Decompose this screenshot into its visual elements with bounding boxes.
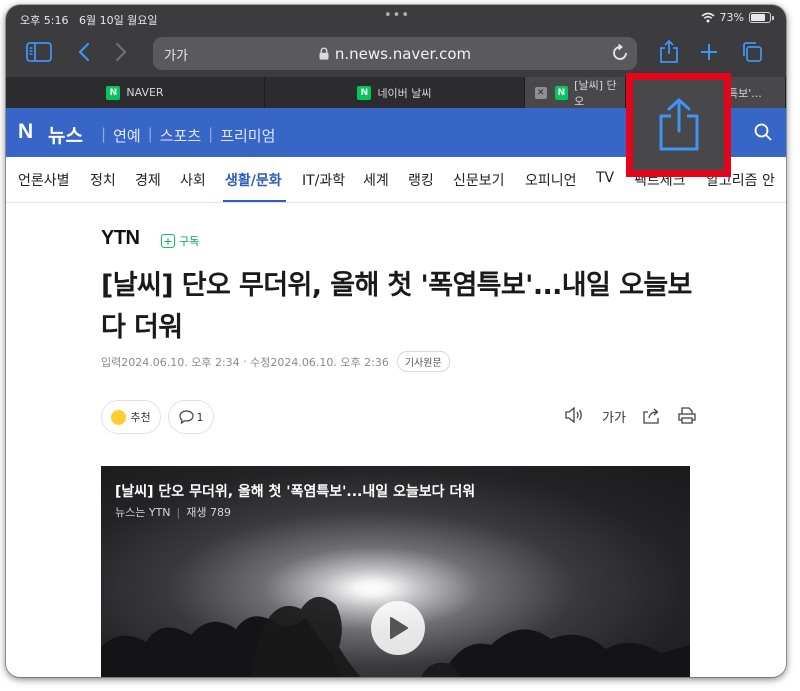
cat-by-press[interactable]: 언론사별: [18, 170, 70, 190]
status-clock: 오후 5:16: [20, 14, 69, 27]
cat-society[interactable]: 사회: [180, 170, 206, 190]
comment-button[interactable]: 1: [168, 400, 214, 434]
naver-logo[interactable]: N: [18, 120, 33, 144]
smile-icon: [111, 409, 127, 425]
reload-icon[interactable]: [612, 43, 629, 66]
tab-overview-icon[interactable]: [737, 37, 767, 67]
status-bar: 오후 5:16 6월 10일 월요일 ••• 73%: [6, 5, 786, 31]
original-article-button[interactable]: 기사원문: [396, 351, 450, 372]
edit-label: 수정: [250, 355, 271, 369]
divider: |: [176, 506, 181, 519]
news-service-title[interactable]: 뉴스: [48, 121, 83, 148]
input-time: 2024.06.10. 오후 2:34: [121, 355, 240, 369]
video-title: [날씨] 단오 무더위, 올해 첫 '폭염특보'...내일 오늘보다 더워: [115, 484, 476, 500]
link-entertainment[interactable]: 연예: [113, 125, 141, 146]
article-headline: [날씨] 단오 무더위, 올해 첫 '폭염특보'...내일 오늘보다 더워: [101, 270, 692, 343]
video-views: 재생 789: [186, 506, 231, 519]
status-time: 오후 5:16 6월 10일 월요일: [20, 12, 158, 28]
tab-label: 네이버 날씨: [377, 86, 432, 100]
tab-naver-weather[interactable]: N 네이버 날씨: [265, 77, 525, 108]
video-player[interactable]: [날씨] 단오 무더위, 올해 첫 '폭염특보'...내일 오늘보다 더워 뉴스…: [101, 466, 690, 677]
recommend-button[interactable]: 추천: [101, 400, 161, 434]
tab-naver[interactable]: N NAVER: [6, 77, 265, 108]
comment-count: 1: [196, 410, 204, 424]
url-text: n.news.naver.com: [334, 45, 472, 63]
input-label: 입력: [101, 355, 122, 369]
status-indicators: 73%: [701, 11, 774, 24]
link-sports[interactable]: 스포츠: [160, 125, 201, 146]
lock-icon: [319, 47, 329, 60]
article-share-icon[interactable]: [642, 407, 661, 424]
video-info: 뉴스는 YTN | 재생 789: [115, 504, 231, 520]
new-tab-icon[interactable]: [694, 37, 724, 67]
plus-icon: +: [161, 234, 175, 248]
share-icon[interactable]: [654, 37, 684, 67]
battery-cap: [772, 15, 774, 20]
divider: |: [208, 125, 214, 143]
wifi-icon: [701, 12, 715, 23]
cat-opinion[interactable]: 오피니언: [525, 170, 577, 190]
tab-article-active[interactable]: ✕ N [날씨] 단오: [525, 77, 626, 108]
share-button-highlight[interactable]: [626, 73, 731, 177]
battery-icon: [749, 12, 771, 23]
meta-divider: ·: [239, 355, 251, 368]
cat-ranking[interactable]: 랭킹: [408, 170, 434, 190]
status-date: 6월 10일 월요일: [78, 14, 158, 27]
cat-tv[interactable]: TV: [596, 170, 614, 186]
close-tab-icon[interactable]: ✕: [535, 86, 547, 99]
back-icon[interactable]: [69, 37, 99, 67]
sidebar-icon[interactable]: [24, 37, 54, 67]
article-meta: 입력 2024.06.10. 오후 2:34 · 수정 2024.06.10. …: [101, 351, 450, 372]
play-button[interactable]: [371, 601, 425, 655]
cat-life-culture[interactable]: 생활/문화: [225, 170, 282, 190]
url-display[interactable]: n.news.naver.com: [153, 45, 637, 63]
recommend-label: 추천: [130, 411, 151, 424]
ipad-screen: 오후 5:16 6월 10일 월요일 ••• 73% 가가 n.news.nav…: [6, 5, 786, 677]
cat-it-science[interactable]: IT/과학: [302, 170, 345, 190]
subscribe-button[interactable]: + 구독: [161, 233, 199, 249]
press-logo[interactable]: YTN: [101, 227, 140, 250]
subscribe-label: 구독: [179, 235, 200, 248]
divider: |: [101, 125, 107, 143]
print-icon[interactable]: [678, 407, 696, 424]
video-channel: 뉴스는 YTN: [115, 506, 171, 519]
divider: |: [147, 125, 153, 143]
service-links: | 연예 | 스포츠 | 프리미엄: [94, 125, 275, 146]
address-bar[interactable]: 가가 n.news.naver.com: [153, 37, 637, 70]
comment-icon: [178, 410, 194, 424]
edit-time: 2024.06.10. 오후 2:36: [270, 355, 389, 369]
safari-toolbar: 가가 n.news.naver.com: [6, 31, 786, 77]
tab-label-tail: 특보'...: [728, 86, 762, 100]
font-size-button[interactable]: 가가: [602, 407, 626, 426]
tab-label: [날씨] 단오: [574, 78, 617, 108]
font-size-label: 가가: [602, 411, 626, 426]
cat-newspaper[interactable]: 신문보기: [453, 170, 505, 190]
forward-icon[interactable]: [106, 37, 136, 67]
naver-favicon: N: [106, 85, 121, 100]
share-icon-large: [659, 98, 698, 151]
naver-favicon: N: [554, 85, 569, 100]
cat-world[interactable]: 세계: [363, 170, 389, 190]
play-icon: [390, 617, 408, 639]
cat-economy[interactable]: 경제: [135, 170, 161, 190]
naver-favicon: N: [357, 85, 372, 100]
link-premium[interactable]: 프리미엄: [220, 125, 275, 146]
search-icon[interactable]: [754, 123, 772, 145]
speaker-icon[interactable]: [564, 407, 584, 423]
multitasking-dots[interactable]: •••: [384, 8, 410, 23]
tab-label: NAVER: [126, 86, 164, 99]
cat-politics[interactable]: 정치: [90, 170, 116, 190]
battery-percent: 73%: [719, 11, 744, 24]
tab-article-active-tail[interactable]: 특보'...: [726, 77, 786, 108]
article-content: YTN + 구독 [날씨] 단오 무더위, 올해 첫 '폭염특보'...내일 오…: [6, 203, 786, 677]
